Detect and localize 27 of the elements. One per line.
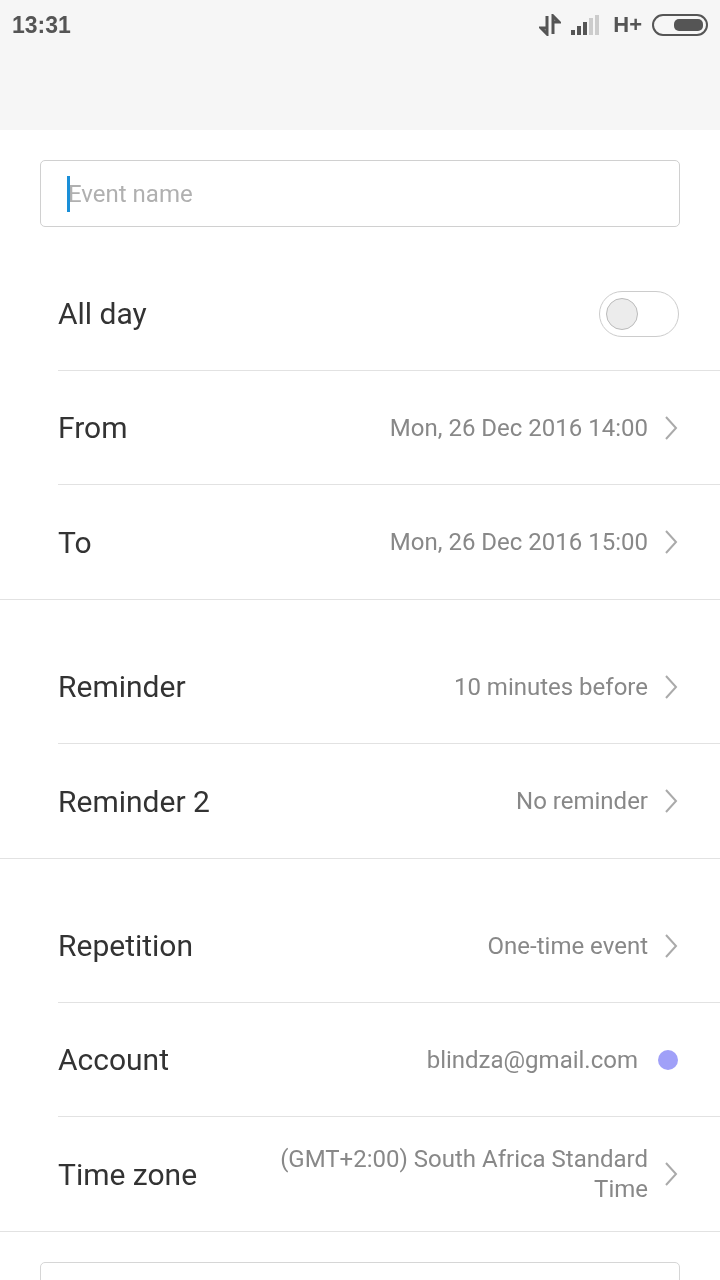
row-label: Time zone <box>58 1156 198 1192</box>
row-label: All day <box>58 296 147 331</box>
row-value[interactable]: Mon, 26 Dec 2016 15:00 <box>389 527 648 557</box>
chevron-right-icon <box>664 788 678 814</box>
status-time: 13:31 <box>12 11 71 39</box>
row-value[interactable]: Mon, 26 Dec 2016 14:00 <box>389 412 648 443</box>
row-value[interactable]: No reminder <box>516 786 648 816</box>
row-value[interactable]: One-time event <box>487 930 648 961</box>
row-label: Reminder <box>58 669 186 704</box>
row-label: Repetition <box>58 928 194 963</box>
row-value[interactable]: 10 minutes before <box>453 671 648 702</box>
event-name-field[interactable]: Event name <box>40 160 680 227</box>
chevron-right-icon <box>664 529 678 555</box>
row-label: From <box>58 410 128 445</box>
chevron-right-icon <box>664 673 678 700</box>
battery-icon <box>652 14 708 36</box>
row-label: Account <box>58 1042 169 1077</box>
row-label: To <box>58 524 92 560</box>
row-label: Reminder 2 <box>58 783 210 819</box>
network-type: H+ <box>613 12 642 38</box>
toggle-switch[interactable] <box>599 290 679 337</box>
row-value[interactable]: blindza@gmail.com <box>426 1044 638 1075</box>
chevron-right-icon <box>664 414 678 441</box>
chevron-right-icon <box>664 1161 678 1187</box>
data-transfer-icon <box>539 14 562 36</box>
row-value[interactable]: (GMT+2:00) South Africa Standard Time <box>238 1144 648 1204</box>
chevron-right-icon <box>664 932 678 959</box>
